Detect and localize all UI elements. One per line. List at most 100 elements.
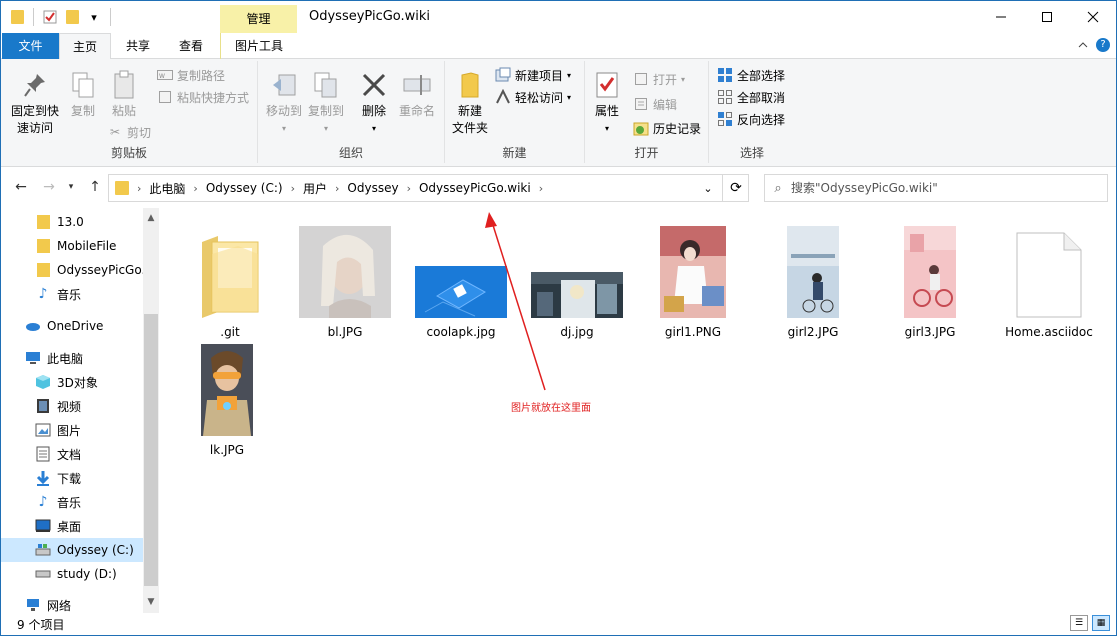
paste-button[interactable]: 粘贴 <box>105 69 143 120</box>
tab-share[interactable]: 共享 <box>113 33 163 59</box>
scroll-down-icon[interactable]: ▼ <box>143 594 159 610</box>
breadcrumb-users[interactable]: 用户 <box>299 180 331 197</box>
refresh-icon[interactable]: ⟳ <box>722 175 749 201</box>
context-tab-manage[interactable]: 管理 <box>220 5 297 33</box>
chevron-right-icon[interactable]: › <box>535 182 547 195</box>
chevron-right-icon[interactable]: › <box>403 182 415 195</box>
scrollbar-thumb[interactable] <box>144 314 158 586</box>
invert-selection-label: 反向选择 <box>737 112 786 127</box>
new-folder-button[interactable]: 新建 文件夹 <box>449 69 491 137</box>
ribbon: 固定到快 速访问 复制 粘贴 W 复制路径 粘贴快捷方式 ✂ 剪切 剪贴板 移动… <box>1 59 1116 167</box>
address-bar[interactable]: › 此电脑 › Odyssey (C:) › 用户 › Odyssey › Od… <box>108 174 749 202</box>
window-title: OdysseyPicGo.wiki <box>309 9 431 24</box>
item-count: 9 个项目 <box>17 618 65 632</box>
sidebar-item-label: OneDrive <box>47 319 104 333</box>
folder-icon <box>9 9 25 25</box>
delete-button[interactable]: 删除 ▾ <box>354 69 394 137</box>
pin-quick-access-button[interactable]: 固定到快 速访问 <box>7 69 63 137</box>
sidebar-item-downloads[interactable]: 下载 <box>1 466 143 490</box>
sidebar-item-3d-objects[interactable]: 3D对象 <box>1 370 143 394</box>
sidebar-item-drive-d[interactable]: study (D:) <box>1 562 143 586</box>
video-icon <box>35 398 51 414</box>
dropdown-caret-icon: ▾ <box>681 74 686 84</box>
sidebar-item-label: study (D:) <box>57 567 117 581</box>
properties-check-icon[interactable] <box>42 9 58 25</box>
sidebar-item-drive-c[interactable]: Odyssey (C:) <box>1 538 143 562</box>
paste-shortcut-icon <box>157 89 173 105</box>
new-folder-icon[interactable] <box>64 9 80 25</box>
tab-picture-tools[interactable]: 图片工具 <box>220 33 297 59</box>
chevron-right-icon[interactable]: › <box>331 182 343 195</box>
sidebar-item-label: 图片 <box>57 423 82 438</box>
copy-path-button[interactable]: W 复制路径 <box>157 65 225 85</box>
download-icon <box>35 470 51 486</box>
rename-label: 重命名 <box>398 104 435 118</box>
select-none-button[interactable]: 全部取消 <box>717 87 785 107</box>
search-input[interactable] <box>791 181 1107 195</box>
sidebar-item-documents[interactable]: 文档 <box>1 442 143 466</box>
cut-button[interactable]: ✂ 剪切 <box>107 122 151 142</box>
new-item-icon <box>495 67 511 83</box>
move-to-button[interactable]: 移动到 ▾ <box>264 69 304 137</box>
dropdown-caret-icon: ▾ <box>281 124 286 133</box>
forward-arrow-icon[interactable]: → <box>39 177 59 197</box>
invert-selection-button[interactable]: 反向选择 <box>717 109 785 129</box>
maximize-button[interactable] <box>1024 1 1070 33</box>
select-all-label: 全部选择 <box>737 68 786 83</box>
breadcrumb-drive-c[interactable]: Odyssey (C:) <box>202 181 287 195</box>
sidebar-item-onedrive[interactable]: OneDrive <box>1 314 143 338</box>
breadcrumb-current-folder[interactable]: OdysseyPicGo.wiki <box>415 181 535 195</box>
up-arrow-icon[interactable]: ↑ <box>85 177 105 197</box>
folder-icon <box>35 238 51 254</box>
properties-check-icon <box>591 69 623 101</box>
sidebar-item-this-pc[interactable]: 此电脑 <box>1 346 143 370</box>
properties-label: 属性 <box>594 104 619 118</box>
qat-dropdown-icon[interactable]: ▾ <box>86 9 102 25</box>
folder-icon <box>35 262 51 278</box>
easy-access-label: 轻松访问 <box>515 90 564 105</box>
edit-label: 编辑 <box>653 97 678 112</box>
edit-button[interactable]: 编辑 <box>633 94 677 114</box>
sidebar-item-music[interactable]: ♪ 音乐 <box>1 490 143 514</box>
sidebar-item-label: 音乐 <box>57 495 82 510</box>
breadcrumb-this-pc[interactable]: 此电脑 <box>145 180 189 197</box>
breadcrumb-odyssey[interactable]: Odyssey <box>343 181 402 195</box>
scroll-up-icon[interactable]: ▲ <box>143 210 159 226</box>
properties-button[interactable]: 属性 ▾ <box>591 69 623 137</box>
minimize-button[interactable] <box>978 1 1024 33</box>
back-arrow-icon[interactable]: ← <box>11 177 31 197</box>
new-item-button[interactable]: 新建项目 ▾ <box>495 65 571 85</box>
sidebar-item-desktop[interactable]: 桌面 <box>1 514 143 538</box>
open-button[interactable]: 打开 ▾ <box>633 69 685 89</box>
tab-home[interactable]: 主页 <box>59 33 111 60</box>
sidebar-item-videos[interactable]: 视频 <box>1 394 143 418</box>
tab-view[interactable]: 查看 <box>165 33 217 59</box>
chevron-right-icon[interactable]: › <box>287 182 299 195</box>
details-view-icon[interactable]: ☰ <box>1070 615 1088 631</box>
copy-icon <box>67 69 99 101</box>
sidebar-item-pictures[interactable]: 图片 <box>1 418 143 442</box>
new-group: 新建 文件夹 新建项目 ▾ 轻松访问 ▾ 新建 <box>445 61 585 163</box>
copy-button[interactable]: 复制 <box>65 69 101 120</box>
copy-to-button[interactable]: 复制到 ▾ <box>306 69 346 137</box>
address-history-dropdown-icon[interactable]: ⌄ <box>695 175 721 201</box>
sidebar-item-music-quick[interactable]: ♪ 音乐 <box>1 282 143 306</box>
sidebar-item-odysseypicgo-wiki[interactable]: OdysseyPicGo.wiki <box>1 258 143 282</box>
collapse-ribbon-icon[interactable] <box>1078 41 1088 49</box>
large-icons-view-icon[interactable]: ▦ <box>1092 615 1110 631</box>
recent-locations-chevron-icon[interactable]: ▾ <box>61 177 81 197</box>
chevron-right-icon[interactable]: › <box>133 182 145 195</box>
sidebar-item-13-0[interactable]: 13.0 <box>1 210 143 234</box>
easy-access-button[interactable]: 轻松访问 ▾ <box>495 87 571 107</box>
help-icon[interactable]: ? <box>1096 38 1110 52</box>
tab-file[interactable]: 文件 <box>2 33 59 59</box>
history-button[interactable]: 历史记录 <box>633 118 701 138</box>
close-button[interactable] <box>1070 1 1116 33</box>
rename-button[interactable]: 重命名 <box>396 69 438 120</box>
select-all-button[interactable]: 全部选择 <box>717 65 785 85</box>
search-box[interactable]: ⌕ <box>764 174 1108 202</box>
chevron-right-icon[interactable]: › <box>189 182 201 195</box>
sidebar-scrollbar[interactable]: ▲ ▼ <box>143 208 159 613</box>
paste-shortcut-button[interactable]: 粘贴快捷方式 <box>157 87 249 107</box>
sidebar-item-mobilefile[interactable]: MobileFile <box>1 234 143 258</box>
